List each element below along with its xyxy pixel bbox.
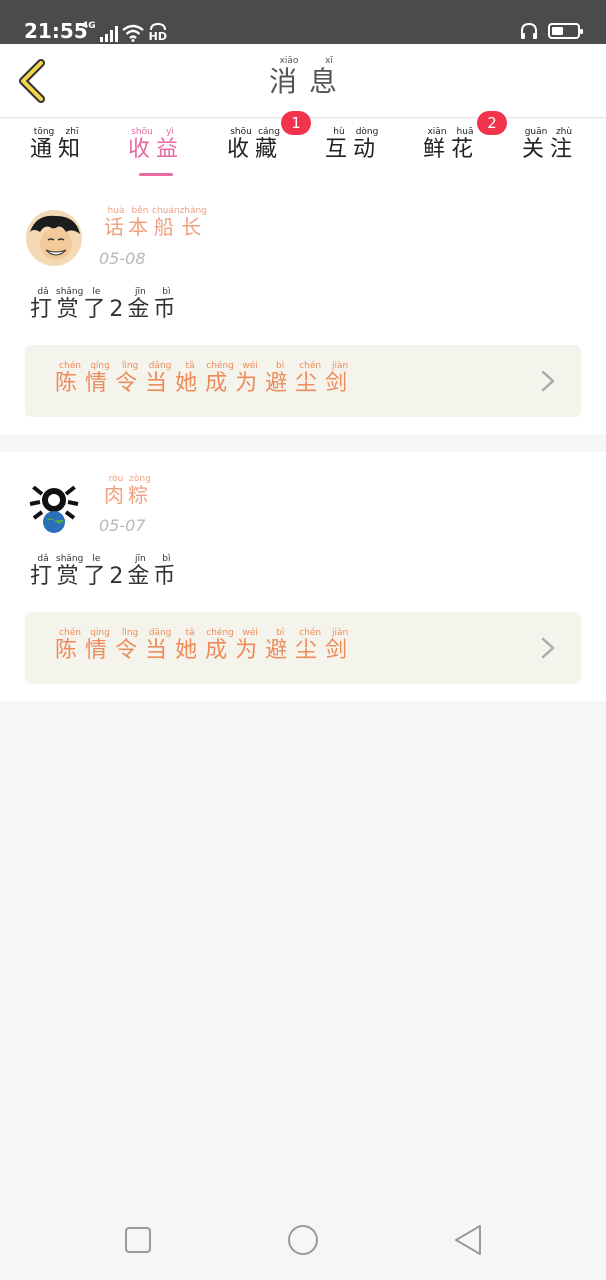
message-card: 肉ròu粽zòng 05-07 打dǎ赏shǎng了le2金jīn币bì 陈ch…: [0, 452, 606, 701]
message-date: 05-07: [99, 516, 146, 535]
triangle-back-icon[interactable]: [450, 1222, 486, 1258]
circle-icon[interactable]: [285, 1222, 321, 1258]
status-bar: 21:55 4G HD: [0, 0, 606, 44]
work-link[interactable]: 陈chén情qíng令lìng当dāng她tā成chéng为wéi避bì尘ché…: [25, 612, 581, 684]
tab-earnings[interactable]: 收shōu益yì: [128, 127, 184, 177]
work-title: 陈chén情qíng令lìng当dāng她tā成chéng为wéi避bì尘ché…: [55, 361, 356, 396]
message-card: 话huà本běn船chuán长zhǎng 05-08 打dǎ赏shǎng了le2…: [0, 181, 606, 434]
flowers-badge: 2: [477, 111, 507, 135]
tab-following[interactable]: 关guān注zhù: [522, 127, 578, 177]
work-link[interactable]: 陈chén情qíng令lìng当dāng她tā成chéng为wéi避bì尘ché…: [25, 345, 581, 417]
username[interactable]: 话huà本běn船chuán长zhǎng: [104, 206, 207, 240]
work-title: 陈chén情qíng令lìng当dāng她tā成chéng为wéi避bì尘ché…: [55, 628, 356, 663]
chevron-right-icon: [541, 370, 555, 392]
tab-notifications[interactable]: 通tōng知zhī: [30, 127, 86, 177]
status-time: 21:55: [24, 19, 88, 43]
system-nav-bar: [0, 1200, 606, 1280]
network-type-label: 4G: [82, 21, 96, 31]
wifi-icon: [121, 24, 144, 42]
battery-fill: [552, 27, 563, 35]
avatar-image: [26, 210, 82, 266]
headphones-icon: [521, 22, 537, 39]
page-title: 消xiāo息xī: [268, 56, 350, 98]
username[interactable]: 肉ròu粽zòng: [104, 474, 152, 508]
tab-bar: 通tōng知zhī 收shōu益yì 收shōu藏cáng 1 互hù动dòng…: [0, 111, 606, 181]
avatar[interactable]: [26, 478, 82, 534]
message-date: 05-08: [99, 249, 146, 268]
favorites-badge: 1: [281, 111, 311, 135]
hd-label: HD: [148, 30, 167, 43]
tab-favorites[interactable]: 收shōu藏cáng: [227, 127, 283, 177]
status-indicators: 4G HD: [82, 20, 168, 43]
message-text: 打dǎ赏shǎng了le2金jīn币bì: [30, 554, 180, 589]
square-icon[interactable]: [120, 1222, 156, 1258]
tab-flowers[interactable]: 鲜xiān花huā: [423, 127, 479, 177]
tab-interactions[interactable]: 互hù动dòng: [325, 127, 381, 177]
avatar[interactable]: [26, 210, 82, 266]
status-right: [520, 20, 583, 42]
active-tab-indicator: [139, 173, 173, 176]
hd-voice-icon: HD: [148, 22, 168, 43]
signal-icon: [99, 26, 118, 42]
avatar-image: [26, 478, 82, 534]
message-text: 打dǎ赏shǎng了le2金jīn币bì: [30, 287, 180, 322]
app-header: 消xiāo息xī: [0, 44, 606, 118]
chevron-right-icon: [541, 637, 555, 659]
battery-icon: [548, 23, 583, 39]
